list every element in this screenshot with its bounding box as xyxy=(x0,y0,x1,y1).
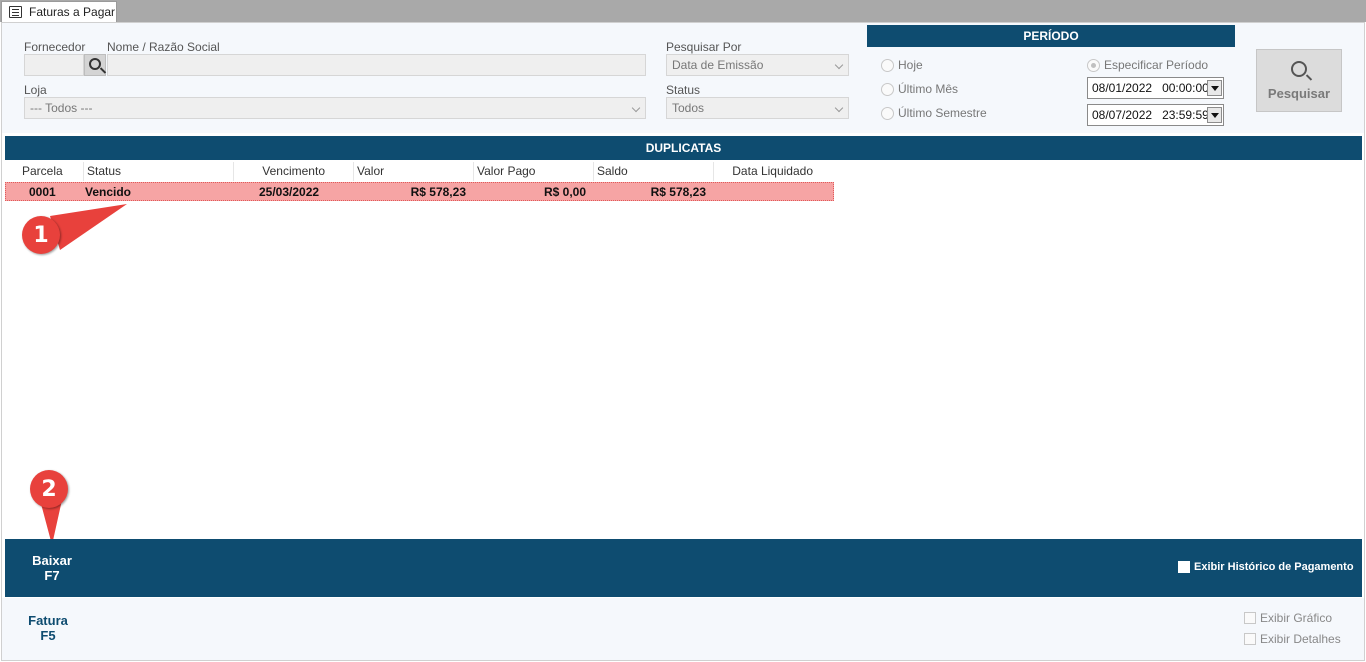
baixar-label: Baixar xyxy=(32,553,72,568)
fatura-label: Fatura xyxy=(28,613,68,628)
historico-checkbox[interactable]: Exibir Histórico de Pagamento xyxy=(1178,561,1354,573)
baixar-shortcut: F7 xyxy=(44,568,60,583)
secondary-action-bar xyxy=(2,598,1364,660)
fatura-shortcut: F5 xyxy=(40,628,56,643)
annotation-pointer-1 xyxy=(50,204,127,250)
baixar-button[interactable]: Baixar F7 xyxy=(22,553,82,583)
checkbox-box xyxy=(1178,561,1190,573)
grafico-label: Exibir Gráfico xyxy=(1260,611,1333,625)
action-bar xyxy=(5,539,1362,597)
detalhes-label: Exibir Detalhes xyxy=(1260,632,1341,646)
annotation-badge-2: 2 xyxy=(30,470,68,508)
annotation-badge-1: 1 xyxy=(22,216,60,254)
checkbox-box xyxy=(1244,633,1256,645)
checkbox-box xyxy=(1244,612,1256,624)
grafico-checkbox[interactable]: Exibir Gráfico xyxy=(1244,611,1332,625)
detalhes-checkbox[interactable]: Exibir Detalhes xyxy=(1244,632,1341,646)
historico-label: Exibir Histórico de Pagamento xyxy=(1194,561,1354,573)
fatura-button[interactable]: Fatura F5 xyxy=(18,613,78,643)
